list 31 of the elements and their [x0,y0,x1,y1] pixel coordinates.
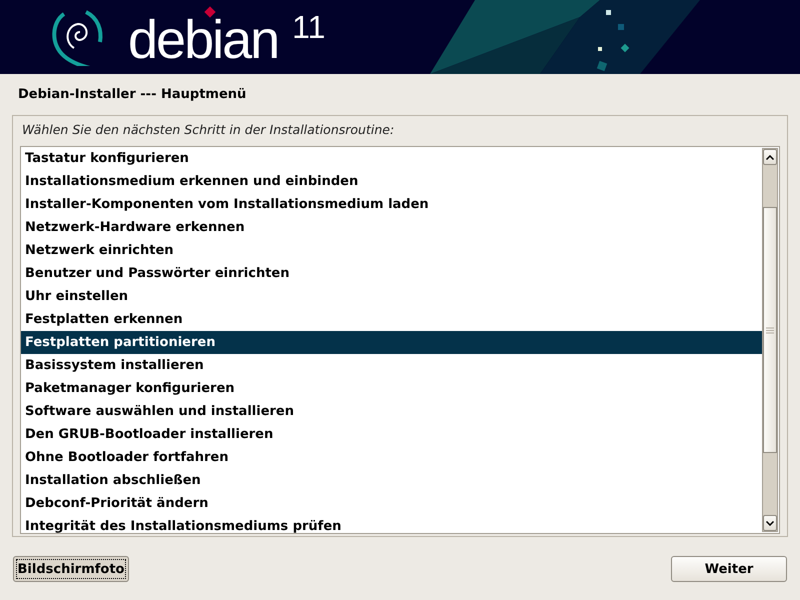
scroll-up-button[interactable] [763,149,777,165]
menu-item[interactable]: Festplatten erkennen [21,308,762,331]
menu-item[interactable]: Uhr einstellen [21,285,762,308]
prompt-text: Wählen Sie den nächsten Schritt in der Installationsroutine: [21,122,396,139]
caret-down-icon [766,520,774,526]
scroll-down-button[interactable] [763,515,777,531]
logo-text: debian [128,19,278,61]
menu-item[interactable]: Basissystem installieren [21,354,762,377]
menu-item[interactable]: Paketmanager konfigurieren [21,377,762,400]
version-text: 11 [292,8,326,46]
diamond-icon [204,6,216,18]
menu-item[interactable]: Installationsmedium erkennen und einbinden [21,170,762,193]
menu-item[interactable]: Debconf-Priorität ändern [21,492,762,515]
menu-item[interactable]: Netzwerk einrichten [21,239,762,262]
screenshot-button[interactable]: Bildschirmfoto [13,556,129,582]
caret-up-icon [766,154,774,160]
menu-item[interactable]: Software auswählen und installieren [21,400,762,423]
menu-item[interactable]: Benutzer und Passwörter einrichten [21,262,762,285]
scrollbar[interactable] [762,148,778,532]
menu-item[interactable]: Installation abschließen [21,469,762,492]
scroll-thumb[interactable] [763,207,777,453]
grip-icon [766,326,774,334]
menu-item[interactable]: Festplatten partitionieren [21,331,762,354]
continue-button[interactable]: Weiter [671,556,787,582]
menu-item[interactable]: Den GRUB-Bootloader installieren [21,423,762,446]
menu-item[interactable]: Netzwerk-Hardware erkennen [21,216,762,239]
menu-item[interactable]: Tastatur konfigurieren [21,147,762,170]
menu-item[interactable]: Ohne Bootloader fortfahren [21,446,762,469]
menu-item[interactable]: Integrität des Installationsmediums prüfen [21,515,762,538]
window-title: Debian-Installer --- Hauptmenü [17,86,248,104]
menu-item[interactable]: Installer-Komponenten vom Installationsmedium laden [21,193,762,216]
